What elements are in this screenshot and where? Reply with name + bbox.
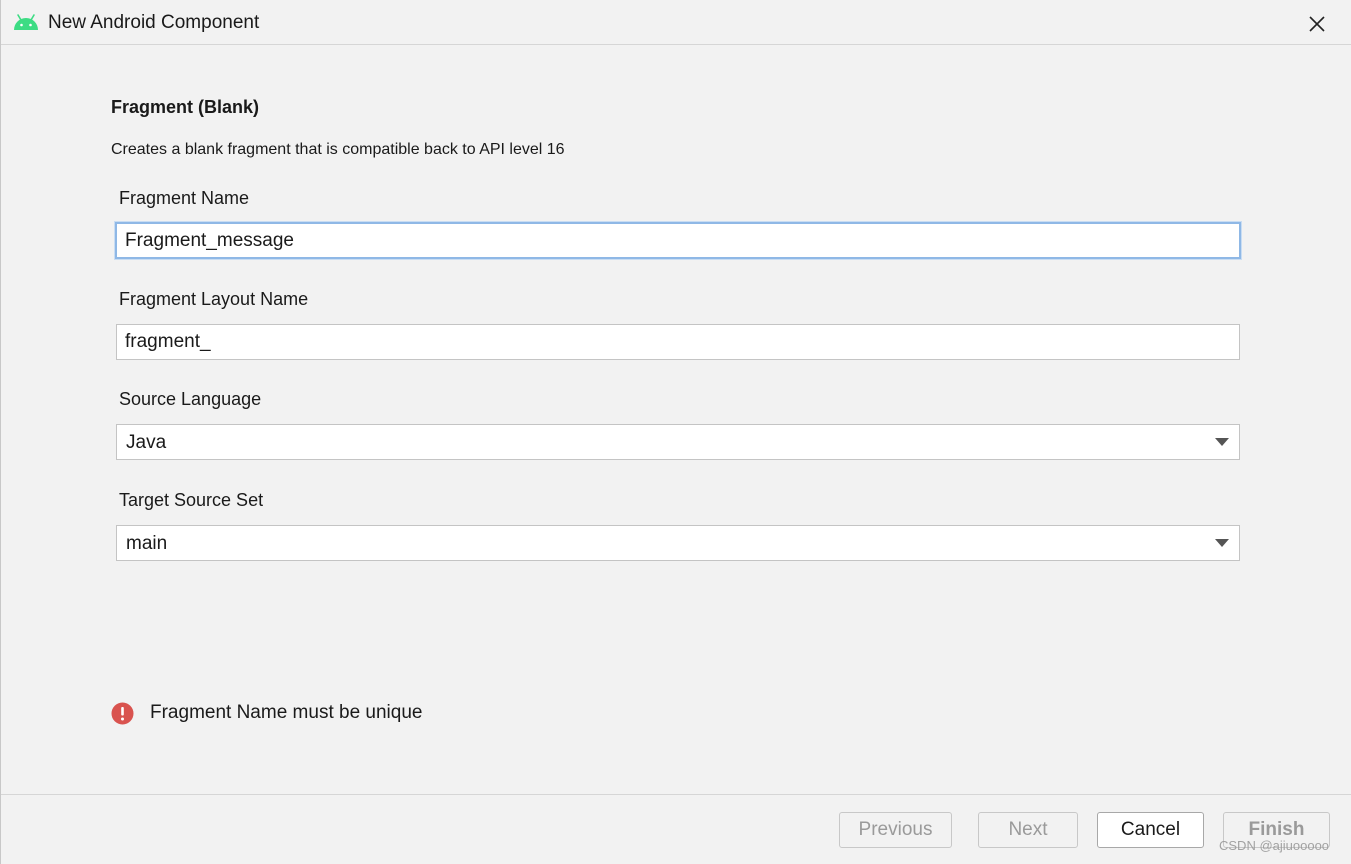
target-source-set-label: Target Source Set xyxy=(119,490,264,510)
fragment-layout-name-input[interactable] xyxy=(116,324,1240,360)
window-title: New Android Component xyxy=(48,12,260,33)
target-source-set-select[interactable]: main xyxy=(116,525,1240,561)
close-icon xyxy=(1309,16,1325,32)
close-button[interactable] xyxy=(1303,10,1331,38)
validation-text: Fragment Name must be unique xyxy=(150,702,423,723)
android-icon xyxy=(14,14,38,30)
source-language-value: Java xyxy=(126,432,167,453)
template-description: Creates a blank fragment that is compati… xyxy=(111,141,565,158)
previous-button[interactable]: Previous xyxy=(839,812,952,848)
chevron-down-icon xyxy=(1215,438,1229,446)
watermark: CSDN @ajiuooooo xyxy=(1219,838,1330,853)
title-bar: New Android Component xyxy=(1,0,1351,45)
fragment-name-input[interactable] xyxy=(115,222,1241,259)
next-button[interactable]: Next xyxy=(978,812,1078,848)
cancel-button[interactable]: Cancel xyxy=(1097,812,1204,848)
chevron-down-icon xyxy=(1215,539,1229,547)
target-source-set-value: main xyxy=(126,533,168,554)
source-language-select[interactable]: Java xyxy=(116,424,1240,460)
new-android-component-dialog: New Android Component Fragment (Blank) C… xyxy=(0,0,1351,864)
template-heading: Fragment (Blank) xyxy=(111,97,260,117)
source-language-label: Source Language xyxy=(119,389,262,409)
fragment-layout-name-label: Fragment Layout Name xyxy=(119,289,309,309)
error-icon xyxy=(111,702,134,725)
fragment-name-label: Fragment Name xyxy=(119,188,250,208)
footer-divider xyxy=(1,794,1351,795)
